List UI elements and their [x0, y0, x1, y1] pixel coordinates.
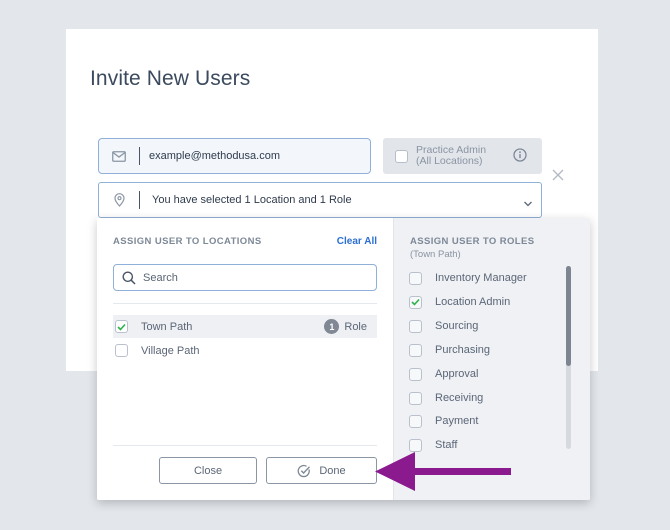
role-item-sourcing[interactable]: Sourcing [409, 318, 478, 334]
mail-icon [99, 139, 139, 173]
role-label: Purchasing [435, 344, 491, 356]
role-item-payment[interactable]: Payment [409, 413, 478, 429]
role-checkbox[interactable] [409, 295, 422, 309]
role-item-receiving[interactable]: Receiving [409, 390, 483, 406]
close-icon[interactable] [550, 167, 566, 183]
role-label: Sourcing [435, 320, 479, 332]
role-count-label: Role [344, 320, 367, 333]
check-circle-icon [297, 464, 311, 478]
role-checkbox[interactable] [409, 343, 422, 357]
location-checkbox[interactable] [115, 344, 128, 357]
roles-scrollbar[interactable] [566, 266, 571, 449]
done-button-label: Done [319, 464, 346, 477]
role-label: Staff [435, 439, 458, 451]
roles-panel-subtitle: (Town Path) [410, 249, 461, 260]
annotation-arrow-icon [375, 452, 511, 491]
location-item-town-path[interactable]: Town Path 1 Role [113, 315, 377, 338]
role-label: Payment [435, 415, 479, 427]
modal-title: Invite New Users [90, 67, 251, 90]
practice-admin-option[interactable]: Practice Admin (All Locations) [383, 138, 542, 174]
location-checkbox[interactable] [115, 320, 128, 333]
role-count-badge: 1 Role [324, 319, 367, 334]
email-field[interactable] [98, 138, 371, 174]
done-button[interactable]: Done [266, 457, 377, 484]
scroll-thumb[interactable] [566, 266, 571, 366]
role-checkbox[interactable] [409, 367, 422, 381]
role-item-approval[interactable]: Approval [409, 366, 478, 382]
assignment-dropdown: ASSIGN USER TO LOCATIONS Clear All Town … [97, 218, 590, 500]
chevron-down-icon[interactable] [523, 195, 533, 213]
location-label: Town Path [141, 320, 193, 333]
divider [113, 303, 377, 304]
clear-all-link[interactable]: Clear All [337, 236, 377, 247]
selection-summary: You have selected 1 Location and 1 Role [152, 194, 352, 206]
role-checkbox[interactable] [409, 414, 422, 428]
search-input[interactable] [143, 271, 363, 284]
location-pin-icon [99, 193, 139, 207]
role-label: Approval [435, 368, 479, 380]
role-checkbox[interactable] [409, 391, 422, 405]
checkmark-icon [411, 298, 420, 306]
locations-panel: ASSIGN USER TO LOCATIONS Clear All Town … [97, 218, 393, 500]
info-icon[interactable] [513, 148, 527, 167]
email-input[interactable] [140, 150, 340, 162]
role-count: 1 [324, 319, 340, 334]
location-search[interactable] [113, 264, 377, 291]
practice-admin-label: Practice Admin (All Locations) [416, 145, 486, 167]
role-label: Location Admin [435, 296, 511, 308]
role-checkbox[interactable] [409, 319, 422, 333]
role-item-location-admin[interactable]: Location Admin [409, 294, 510, 310]
location-label: Village Path [141, 344, 200, 357]
practice-admin-checkbox[interactable] [395, 149, 408, 163]
close-button[interactable]: Close [159, 457, 257, 484]
divider [113, 445, 377, 446]
role-checkbox[interactable] [409, 438, 422, 452]
role-label: Receiving [435, 392, 484, 404]
role-checkbox[interactable] [409, 271, 422, 285]
role-label: Inventory Manager [435, 272, 527, 284]
roles-panel-title: ASSIGN USER TO ROLES [410, 236, 535, 247]
locations-panel-title: ASSIGN USER TO LOCATIONS [113, 236, 262, 247]
checkmark-icon [117, 323, 126, 331]
location-item-village-path[interactable]: Village Path [113, 339, 377, 362]
role-item-inventory-manager[interactable]: Inventory Manager [409, 270, 527, 286]
search-icon [122, 271, 136, 285]
practice-admin-line2: (All Locations) [416, 155, 483, 167]
location-role-select[interactable]: You have selected 1 Location and 1 Role [98, 182, 542, 218]
role-item-purchasing[interactable]: Purchasing [409, 342, 490, 358]
